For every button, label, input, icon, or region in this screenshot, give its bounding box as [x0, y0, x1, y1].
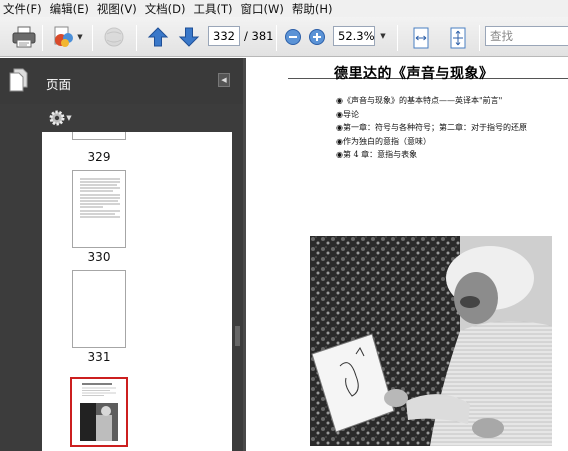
gear-icon [49, 110, 65, 126]
pages-panel-button[interactable] [6, 66, 30, 94]
page-thumbnail-label: 330 [87, 250, 111, 264]
create-pdf-icon [54, 26, 74, 47]
pages-icon [9, 68, 28, 92]
globe-icon [104, 27, 124, 47]
page-number-input[interactable]: 332 [208, 26, 240, 46]
search-input[interactable]: 查找 [485, 26, 568, 46]
zoom-in-icon [309, 29, 325, 45]
outline-item: ◉作为独白的意指（意味） [336, 136, 431, 146]
fit-width-button[interactable] [409, 26, 433, 50]
chevron-down-icon: ▼ [380, 32, 386, 40]
zoom-out-icon [285, 29, 301, 45]
page-heading: 德里达的《声音与现象》 [334, 66, 494, 82]
toolbar: ▼ 332 / 381 52.3% ▼ 查找 [0, 17, 568, 57]
arrow-up-icon [147, 27, 169, 47]
menu-help[interactable]: 帮助(H) [288, 1, 337, 17]
print-button[interactable] [10, 24, 38, 50]
collapse-panel-button[interactable]: ◀ [218, 73, 230, 87]
printer-icon [12, 26, 36, 48]
fit-width-icon [413, 27, 429, 49]
zoom-level-input[interactable]: 52.3% [333, 26, 375, 46]
outline-item: ◉第一章：符号与各种符号；第二章：对于指号的还原 [336, 123, 527, 133]
pages-panel-header [0, 58, 243, 104]
chevron-down-icon: ▼ [77, 33, 83, 41]
scrollbar-grip[interactable] [235, 326, 240, 346]
menu-view[interactable]: 视图(V) [93, 1, 141, 17]
page-thumbnail-selected[interactable] [70, 377, 128, 447]
document-view: 德里达的《声音与现象》 ◉《声音与现象》的基本特点——英译本"前言" ◉导论 ◉… [246, 58, 568, 451]
page-thumbnails: 329 330 331 [42, 132, 232, 451]
panel-options-bar: ▼ [42, 104, 232, 132]
pages-panel-title: 页面 [46, 77, 72, 92]
create-pdf-button[interactable]: ▼ [48, 24, 86, 50]
page-thumbnail[interactable] [72, 170, 126, 248]
menu-edit[interactable]: 编辑(E) [46, 1, 93, 17]
menu-document[interactable]: 文档(D) [141, 1, 190, 17]
thumbnail-scrollbar[interactable] [232, 104, 243, 451]
menu-file[interactable]: 文件(F) [0, 1, 46, 17]
fit-page-button[interactable] [446, 26, 470, 50]
page-thumbnail[interactable] [72, 270, 126, 348]
outline-item: ◉《声音与现象》的基本特点——英译本"前言" [336, 96, 503, 105]
chevron-down-icon: ▼ [66, 114, 72, 122]
menu-bar: 文件(F) 编辑(E) 视图(V) 文档(D) 工具(T) 窗口(W) 帮助(H… [0, 0, 568, 17]
page-total-label: / 381 [244, 29, 274, 43]
navigation-bar [0, 58, 42, 451]
next-page-button[interactable] [176, 25, 202, 49]
page-photo-preview [80, 383, 118, 441]
outline-item: ◉第 4 章：意指与表象 [336, 150, 418, 160]
page-text-preview [80, 178, 120, 218]
page-thumbnail-label: 329 [87, 150, 111, 164]
derrida-photo [310, 236, 552, 446]
menu-tools[interactable]: 工具(T) [190, 1, 237, 17]
menu-window[interactable]: 窗口(W) [237, 1, 288, 17]
page-thumbnail[interactable] [72, 132, 126, 140]
zoom-in-button[interactable] [307, 27, 327, 47]
options-button[interactable]: ▼ [46, 108, 74, 128]
outline-item: ◉导论 [336, 109, 359, 119]
zoom-out-button[interactable] [283, 27, 303, 47]
chapter-outline: ◉《声音与现象》的基本特点——英译本"前言" ◉导论 ◉第一章：符号与各种符号；… [336, 94, 527, 162]
arrow-down-icon [178, 27, 200, 47]
fit-page-icon [450, 27, 466, 49]
zoom-dropdown-button[interactable]: ▼ [377, 29, 389, 43]
chevron-left-icon: ◀ [221, 76, 227, 84]
portrait-photo [310, 236, 552, 446]
page-thumbnail-label: 331 [87, 350, 111, 364]
collaborate-button[interactable] [98, 24, 130, 50]
previous-page-button[interactable] [145, 25, 171, 49]
